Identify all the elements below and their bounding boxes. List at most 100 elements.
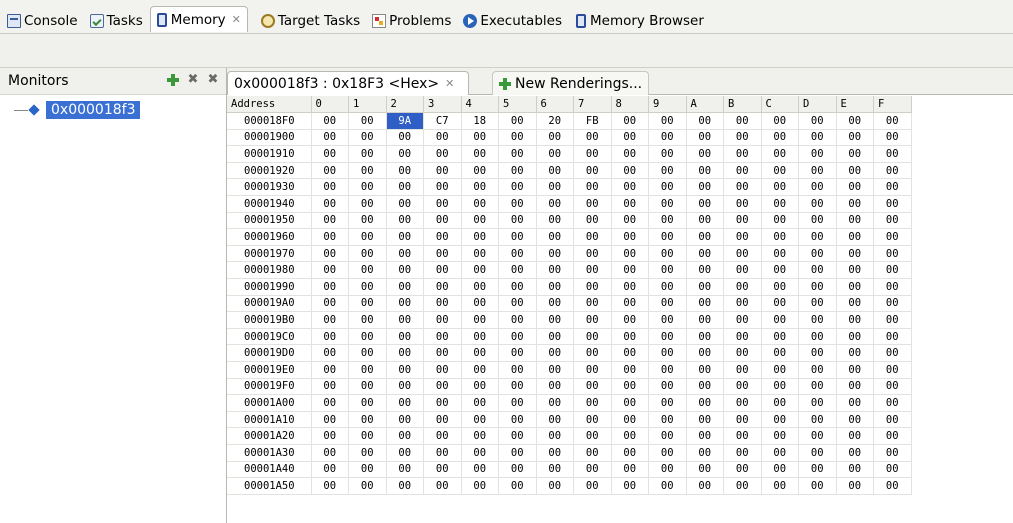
byte-cell[interactable]: 00 — [461, 228, 499, 246]
byte-cell[interactable]: 00 — [798, 228, 837, 246]
byte-cell[interactable]: 00 — [723, 112, 762, 130]
byte-cell[interactable]: 00 — [461, 394, 499, 412]
byte-cell[interactable]: 00 — [836, 278, 874, 296]
byte-cell[interactable]: 00 — [461, 361, 499, 379]
byte-cell[interactable]: 00 — [686, 411, 724, 429]
byte-cell[interactable]: 00 — [461, 195, 499, 213]
byte-cell[interactable]: 00 — [461, 328, 499, 346]
byte-cell[interactable]: 00 — [873, 212, 912, 230]
byte-cell[interactable]: 00 — [573, 129, 612, 147]
byte-cell[interactable]: 00 — [611, 278, 649, 296]
byte-cell[interactable]: 00 — [648, 411, 687, 429]
byte-cell[interactable]: 00 — [761, 444, 799, 462]
byte-cell[interactable]: 00 — [723, 212, 762, 230]
byte-cell[interactable]: 00 — [386, 411, 424, 429]
byte-cell[interactable]: 00 — [573, 245, 612, 263]
byte-cell[interactable]: 00 — [311, 112, 349, 130]
byte-cell[interactable]: 00 — [573, 378, 612, 396]
byte-cell[interactable]: 00 — [798, 411, 837, 429]
byte-cell[interactable]: 00 — [348, 112, 387, 130]
byte-cell[interactable]: 00 — [686, 461, 724, 479]
tab-target-tasks[interactable]: Target Tasks — [256, 8, 367, 32]
byte-cell[interactable]: 00 — [723, 295, 762, 313]
byte-cell[interactable]: 00 — [611, 295, 649, 313]
byte-cell[interactable]: 00 — [423, 461, 462, 479]
byte-cell[interactable]: 00 — [536, 328, 574, 346]
byte-cell[interactable]: 00 — [798, 245, 837, 263]
byte-cell[interactable]: 00 — [611, 145, 649, 163]
byte-cell[interactable]: 00 — [686, 295, 724, 313]
byte-cell[interactable]: 00 — [498, 427, 537, 445]
byte-cell[interactable]: 00 — [648, 295, 687, 313]
byte-cell[interactable]: 00 — [348, 245, 387, 263]
byte-cell[interactable]: 00 — [536, 212, 574, 230]
byte-cell[interactable]: 00 — [761, 245, 799, 263]
byte-cell[interactable]: 00 — [311, 245, 349, 263]
byte-cell[interactable]: 00 — [611, 261, 649, 280]
byte-cell[interactable]: 00 — [611, 378, 649, 396]
byte-cell[interactable]: 00 — [461, 178, 499, 197]
byte-cell[interactable]: 00 — [423, 427, 462, 445]
byte-cell[interactable]: 00 — [311, 145, 349, 163]
byte-cell[interactable]: 00 — [611, 361, 649, 379]
byte-cell[interactable]: 00 — [386, 461, 424, 479]
byte-cell[interactable]: 00 — [761, 378, 799, 396]
byte-cell[interactable]: 00 — [611, 394, 649, 412]
byte-cell[interactable]: 00 — [836, 195, 874, 213]
byte-cell[interactable]: 00 — [461, 295, 499, 313]
byte-cell[interactable]: 00 — [648, 427, 687, 445]
byte-cell[interactable]: 00 — [311, 477, 349, 495]
byte-cell[interactable]: 00 — [836, 411, 874, 429]
tab-tasks[interactable]: Tasks — [85, 8, 150, 32]
byte-cell[interactable]: 00 — [798, 378, 837, 396]
byte-cell[interactable]: 00 — [761, 361, 799, 379]
byte-cell[interactable]: 00 — [386, 344, 424, 362]
byte-cell[interactable]: 00 — [648, 195, 687, 213]
byte-cell[interactable]: 00 — [798, 427, 837, 445]
byte-cell[interactable]: 00 — [686, 344, 724, 362]
byte-cell[interactable]: 00 — [686, 195, 724, 213]
byte-cell[interactable]: 00 — [686, 311, 724, 329]
byte-cell[interactable]: 00 — [386, 212, 424, 230]
byte-cell[interactable]: 00 — [611, 129, 649, 147]
byte-cell[interactable]: 00 — [311, 278, 349, 296]
byte-cell[interactable]: 00 — [498, 278, 537, 296]
byte-cell[interactable]: 00 — [536, 311, 574, 329]
byte-cell[interactable]: 00 — [386, 129, 424, 147]
byte-cell[interactable]: 00 — [873, 178, 912, 197]
byte-cell[interactable]: 00 — [461, 444, 499, 462]
byte-cell[interactable]: 00 — [573, 444, 612, 462]
byte-cell[interactable]: 00 — [348, 212, 387, 230]
byte-cell[interactable]: 00 — [498, 394, 537, 412]
byte-cell[interactable]: 00 — [536, 228, 574, 246]
byte-cell[interactable]: 00 — [836, 394, 874, 412]
tab-executables[interactable]: Executables — [458, 8, 569, 32]
byte-cell[interactable]: 00 — [311, 162, 349, 180]
byte-cell[interactable]: 00 — [686, 212, 724, 230]
byte-cell[interactable]: 00 — [686, 477, 724, 495]
byte-cell[interactable]: 00 — [873, 295, 912, 313]
byte-cell[interactable]: 00 — [686, 162, 724, 180]
byte-cell[interactable]: 00 — [723, 178, 762, 197]
byte-cell[interactable]: 00 — [348, 477, 387, 495]
byte-cell[interactable]: 00 — [461, 145, 499, 163]
byte-cell[interactable]: 00 — [573, 461, 612, 479]
byte-cell[interactable]: 00 — [798, 212, 837, 230]
tab-problems[interactable]: Problems — [367, 8, 458, 32]
byte-cell[interactable]: 00 — [611, 178, 649, 197]
byte-cell[interactable]: 00 — [311, 311, 349, 329]
byte-cell[interactable]: 00 — [686, 129, 724, 147]
byte-cell[interactable]: 00 — [686, 112, 724, 130]
byte-cell[interactable]: 00 — [348, 295, 387, 313]
byte-cell[interactable]: 00 — [873, 261, 912, 280]
byte-cell[interactable]: 00 — [536, 477, 574, 495]
byte-cell[interactable]: 00 — [311, 378, 349, 396]
byte-cell[interactable]: 00 — [348, 461, 387, 479]
byte-cell[interactable]: 00 — [686, 444, 724, 462]
byte-cell[interactable]: 00 — [611, 461, 649, 479]
byte-cell[interactable]: 00 — [798, 328, 837, 346]
byte-cell[interactable]: 00 — [611, 427, 649, 445]
byte-cell[interactable]: 00 — [461, 411, 499, 429]
byte-cell[interactable]: 00 — [836, 361, 874, 379]
byte-cell[interactable]: 00 — [611, 328, 649, 346]
